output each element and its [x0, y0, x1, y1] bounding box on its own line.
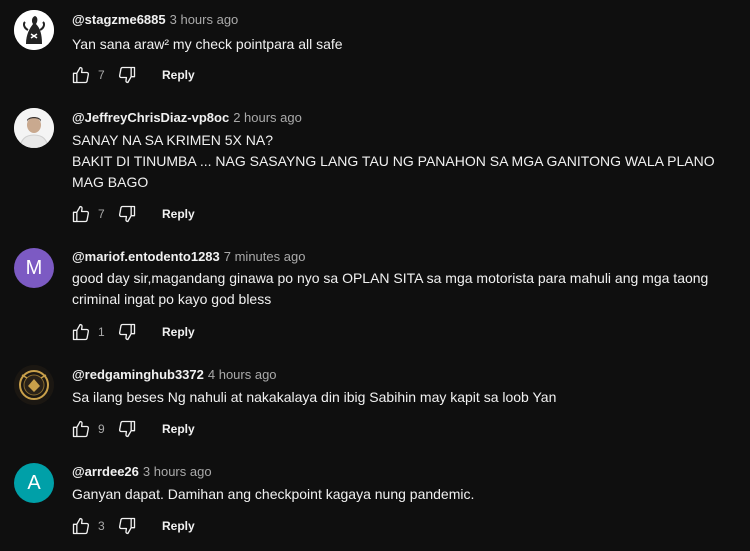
dislike-button[interactable] — [116, 515, 138, 537]
thumbs-down-icon — [118, 66, 136, 84]
avatar[interactable]: A — [14, 463, 54, 503]
comment-header: @stagzme6885 3 hours ago — [72, 12, 238, 27]
thumbs-down-icon — [118, 420, 136, 438]
dislike-button[interactable] — [116, 321, 138, 343]
comment-actions: 7 Reply — [70, 202, 195, 226]
comment-header: @JeffreyChrisDiaz-vp8oc 2 hours ago — [72, 110, 302, 125]
like-count: 7 — [98, 68, 105, 82]
person-photo-avatar-icon — [14, 108, 54, 148]
comment-actions: 7 Reply — [70, 63, 195, 87]
dislike-button[interactable] — [116, 418, 138, 440]
reply-button[interactable]: Reply — [162, 519, 195, 533]
like-count: 3 — [98, 519, 105, 533]
like-button[interactable] — [70, 321, 92, 343]
comment-text: Yan sana araw² my check pointpara all sa… — [72, 34, 732, 55]
comment-timestamp[interactable]: 3 hours ago — [143, 464, 212, 479]
comment-header: @mariof.entodento1283 7 minutes ago — [72, 249, 305, 264]
avatar[interactable] — [14, 365, 54, 405]
comment-text: SANAY NA SA KRIMEN 5X NA? BAKIT DI TINUM… — [72, 130, 722, 193]
reply-button[interactable]: Reply — [162, 422, 195, 436]
comment-text-line: Sa ilang beses Ng nahuli at nakakalaya d… — [72, 389, 557, 405]
thumbs-up-icon — [72, 205, 90, 223]
like-button[interactable] — [70, 203, 92, 225]
comment-text-line: Yan sana araw² my check pointpara all sa… — [72, 36, 343, 52]
comment-timestamp[interactable]: 7 minutes ago — [224, 249, 306, 264]
like-button[interactable] — [70, 418, 92, 440]
gaming-emblem-avatar-icon — [14, 365, 54, 405]
comment-text-line: good day sir,magandang ginawa po nyo sa … — [72, 270, 709, 307]
comment-text-line: BAKIT DI TINUMBA ... NAG SASAYNG LANG TA… — [72, 153, 715, 190]
reply-button[interactable]: Reply — [162, 68, 195, 82]
comment-timestamp[interactable]: 2 hours ago — [233, 110, 302, 125]
avatar[interactable] — [14, 10, 54, 50]
thumbs-up-icon — [72, 517, 90, 535]
thumbs-down-icon — [118, 517, 136, 535]
comment-author-handle[interactable]: @stagzme6885 — [72, 12, 166, 27]
comment-author-handle[interactable]: @JeffreyChrisDiaz-vp8oc — [72, 110, 229, 125]
comment-text: good day sir,magandang ginawa po nyo sa … — [72, 268, 737, 310]
like-button[interactable] — [70, 515, 92, 537]
thumbs-down-icon — [118, 323, 136, 341]
comment-text-line: SANAY NA SA KRIMEN 5X NA? — [72, 132, 274, 148]
like-count: 1 — [98, 325, 105, 339]
reply-button[interactable]: Reply — [162, 325, 195, 339]
like-count: 9 — [98, 422, 105, 436]
dark-figure-avatar-icon — [14, 10, 54, 50]
comment-text-line: Ganyan dapat. Damihan ang checkpoint kag… — [72, 486, 475, 502]
like-count: 7 — [98, 207, 105, 221]
thumbs-up-icon — [72, 420, 90, 438]
avatar[interactable]: M — [14, 248, 54, 288]
reply-button[interactable]: Reply — [162, 207, 195, 221]
avatar[interactable] — [14, 108, 54, 148]
dislike-button[interactable] — [116, 203, 138, 225]
comment-timestamp[interactable]: 4 hours ago — [208, 367, 277, 382]
comment-header: @arrdee26 3 hours ago — [72, 464, 212, 479]
comment-text: Ganyan dapat. Damihan ang checkpoint kag… — [72, 484, 732, 505]
comment-author-handle[interactable]: @mariof.entodento1283 — [72, 249, 220, 264]
comment-header: @redgaminghub3372 4 hours ago — [72, 367, 277, 382]
comment-author-handle[interactable]: @redgaminghub3372 — [72, 367, 204, 382]
thumbs-up-icon — [72, 323, 90, 341]
like-button[interactable] — [70, 64, 92, 86]
avatar-letter: A — [27, 471, 41, 494]
comment-actions: 3 Reply — [70, 514, 195, 538]
thumbs-down-icon — [118, 205, 136, 223]
comment-text: Sa ilang beses Ng nahuli at nakakalaya d… — [72, 387, 732, 408]
comment-timestamp[interactable]: 3 hours ago — [170, 12, 239, 27]
avatar-letter: M — [25, 256, 43, 279]
comment-author-handle[interactable]: @arrdee26 — [72, 464, 139, 479]
comment-actions: 1 Reply — [70, 320, 195, 344]
comment-actions: 9 Reply — [70, 417, 195, 441]
thumbs-up-icon — [72, 66, 90, 84]
dislike-button[interactable] — [116, 64, 138, 86]
